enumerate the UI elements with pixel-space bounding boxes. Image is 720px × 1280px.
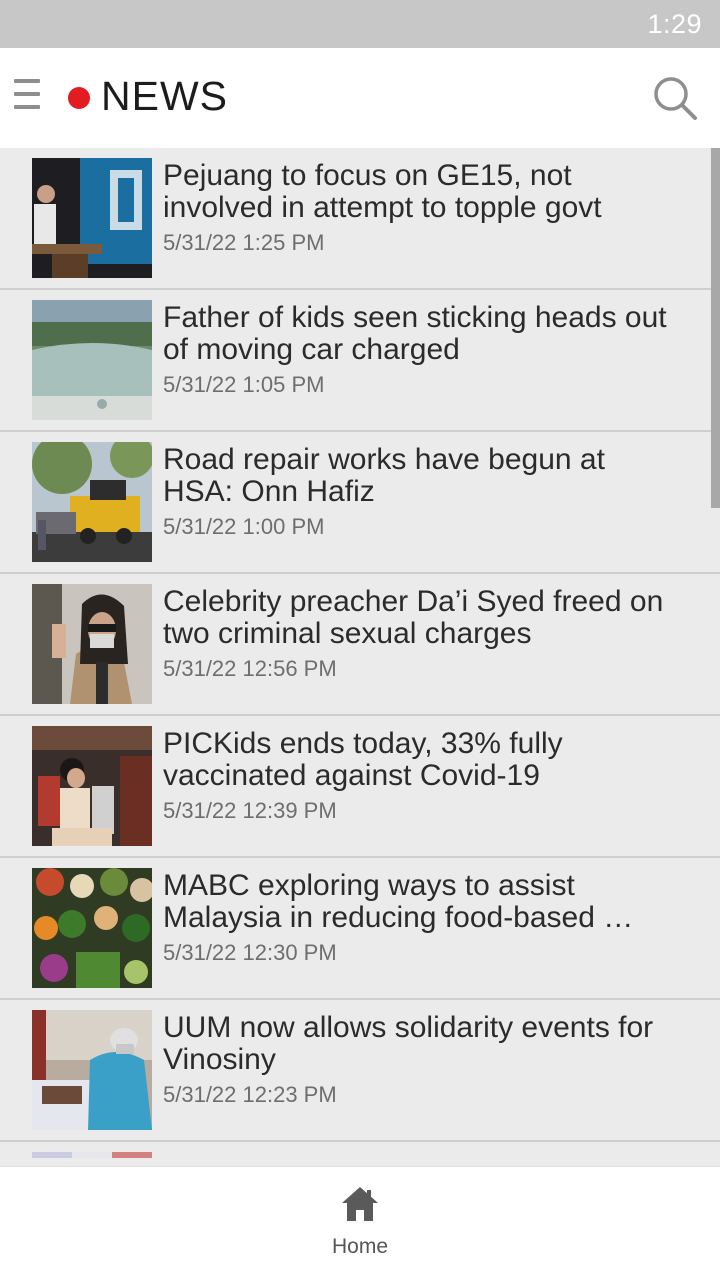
news-item[interactable]: Road repair works have begun at HSA: Onn… <box>0 432 720 574</box>
news-list[interactable]: Pejuang to focus on GE15, not involved i… <box>0 148 720 1158</box>
app-bar: NEWS <box>0 48 720 148</box>
hamburger-menu-icon[interactable] <box>14 79 42 115</box>
news-item[interactable]: Pejuang to focus on GE15, not involved i… <box>0 148 720 290</box>
news-thumbnail <box>32 584 152 704</box>
bottom-navigation: Home <box>0 1166 720 1280</box>
home-tab[interactable]: Home <box>310 1185 410 1275</box>
news-thumbnail <box>32 868 152 988</box>
news-title: Celebrity preacher Da’i Syed freed on tw… <box>163 586 664 650</box>
news-title: Father of kids seen sticking heads out o… <box>163 302 667 366</box>
news-time: 5/31/22 1:05 PM <box>163 372 325 397</box>
news-item[interactable]: Father of kids seen sticking heads out o… <box>0 290 720 432</box>
news-item[interactable] <box>0 1142 720 1158</box>
news-time: 5/31/22 12:39 PM <box>163 798 337 823</box>
news-item[interactable]: Celebrity preacher Da’i Syed freed on tw… <box>0 574 720 716</box>
status-bar: 1:29 <box>0 0 720 48</box>
news-time: 5/31/22 12:23 PM <box>163 1082 337 1107</box>
news-title: Pejuang to focus on GE15, not involved i… <box>163 160 602 224</box>
news-thumbnail <box>32 1152 152 1158</box>
search-icon[interactable] <box>652 75 698 121</box>
news-time: 5/31/22 1:25 PM <box>163 230 325 255</box>
news-item[interactable]: MABC exploring ways to assist Malaysia i… <box>0 858 720 1000</box>
home-icon <box>342 1187 378 1221</box>
news-time: 5/31/22 1:00 PM <box>163 514 325 539</box>
news-thumbnail <box>32 726 152 846</box>
scrollbar[interactable] <box>711 148 720 508</box>
news-item[interactable]: PICKids ends today, 33% fully vaccinated… <box>0 716 720 858</box>
news-thumbnail <box>32 158 152 278</box>
news-thumbnail <box>32 442 152 562</box>
news-title: UUM now allows solidarity events for Vin… <box>163 1012 654 1076</box>
home-label: Home <box>331 1235 389 1258</box>
news-time: 5/31/22 12:56 PM <box>163 656 337 681</box>
news-title: PICKids ends today, 33% fully vaccinated… <box>163 728 563 792</box>
news-time: 5/31/22 12:30 PM <box>163 940 337 965</box>
app-logo-title: NEWS <box>101 73 228 119</box>
news-title: MABC exploring ways to assist Malaysia i… <box>163 870 634 934</box>
news-thumbnail <box>32 1010 152 1130</box>
news-thumbnail <box>32 300 152 420</box>
news-title: Road repair works have begun at HSA: Onn… <box>163 444 605 508</box>
status-time: 1:29 <box>647 9 702 39</box>
news-item[interactable]: UUM now allows solidarity events for Vin… <box>0 1000 720 1142</box>
logo-dot <box>68 87 90 109</box>
